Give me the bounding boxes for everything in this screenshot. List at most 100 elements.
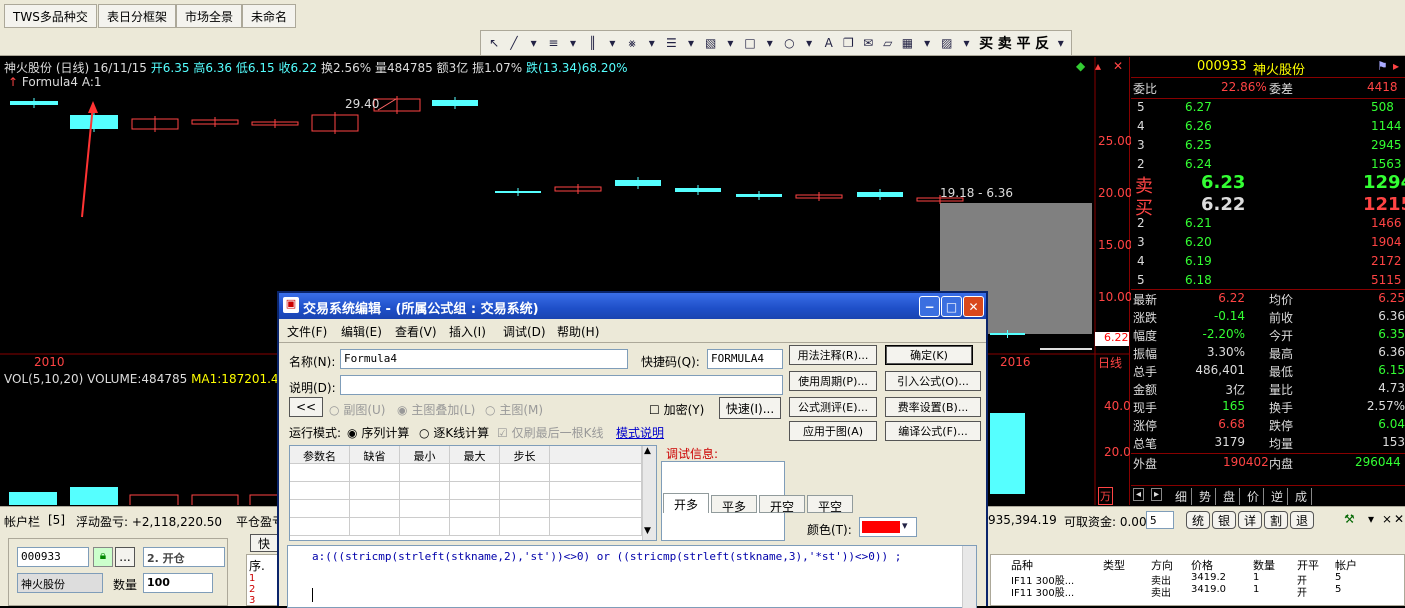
encrypt-checkbox[interactable]: ☐ 加密(Y) bbox=[649, 401, 704, 418]
radio-overlay[interactable]: ◉ 主图叠加(L) bbox=[397, 401, 475, 418]
dropdown-icon[interactable]: ▾ bbox=[918, 33, 937, 53]
dropdown-icon[interactable]: ▾ bbox=[524, 33, 543, 53]
buy-button[interactable]: 买 bbox=[977, 33, 996, 53]
quote-tab[interactable]: 盘 bbox=[1219, 488, 1241, 505]
radio-main[interactable]: ○ 主图(M) bbox=[485, 401, 543, 418]
eraser-icon[interactable]: ▱ bbox=[878, 33, 897, 53]
param-cell[interactable] bbox=[450, 464, 500, 482]
fast-button[interactable]: 快速(I)... bbox=[719, 397, 781, 419]
param-cell[interactable] bbox=[400, 482, 450, 500]
table-row[interactable]: IF11 300股... 卖出 3419.2 1 开 5 bbox=[991, 572, 1404, 587]
scroll-up-icon[interactable]: ▲ bbox=[644, 446, 651, 456]
param-cell[interactable] bbox=[290, 464, 350, 482]
param-scrollbar[interactable]: ▲ ▼ bbox=[642, 446, 656, 540]
gem-icon[interactable]: ◆ bbox=[1076, 59, 1085, 73]
copy-icon[interactable]: ❐ bbox=[839, 33, 858, 53]
close-icon[interactable]: ✕ bbox=[1394, 512, 1404, 526]
bars-icon[interactable]: ║ bbox=[583, 33, 602, 53]
name-input[interactable]: Formula4 bbox=[340, 349, 628, 369]
param-cell[interactable] bbox=[550, 464, 642, 482]
page-select[interactable]: 5 bbox=[1146, 511, 1174, 529]
next-icon[interactable]: ▸ bbox=[1151, 488, 1163, 501]
shortcut-input[interactable]: FORMULA4 bbox=[707, 349, 783, 369]
param-cell[interactable] bbox=[450, 518, 500, 536]
text-icon[interactable]: A bbox=[819, 33, 838, 53]
dialog-button[interactable]: 用法注释(R)... bbox=[789, 345, 877, 365]
flag-icon[interactable]: ⚑ bbox=[1377, 59, 1388, 73]
param-cell[interactable] bbox=[350, 500, 400, 518]
param-cell[interactable] bbox=[350, 482, 400, 500]
param-cell[interactable] bbox=[500, 482, 550, 500]
param-cell[interactable] bbox=[450, 500, 500, 518]
dialog-button[interactable]: 引入公式(O)... bbox=[885, 371, 981, 391]
quote-tab[interactable]: 逆 bbox=[1267, 488, 1289, 505]
param-cell[interactable] bbox=[550, 482, 642, 500]
pushpin-icon[interactable]: ⨯ bbox=[1382, 512, 1392, 526]
code-scrollbar[interactable] bbox=[962, 546, 976, 608]
quote-tab[interactable]: 细 bbox=[1171, 488, 1193, 505]
quote-tab[interactable]: 价 bbox=[1243, 488, 1265, 505]
menu-item[interactable]: 调试(D) bbox=[503, 323, 546, 340]
qty-input[interactable]: 100 bbox=[143, 573, 213, 593]
line-tool-icon[interactable]: ╱ bbox=[505, 33, 524, 53]
envelope-icon[interactable]: ✉ bbox=[859, 33, 878, 53]
signal-tab[interactable]: 平空 bbox=[807, 495, 853, 514]
radio-sub[interactable]: ○ 副图(U) bbox=[329, 401, 385, 418]
param-cell[interactable] bbox=[290, 500, 350, 518]
dialog-button[interactable]: 应用于图(A) bbox=[789, 421, 877, 441]
param-cell[interactable] bbox=[290, 518, 350, 536]
quote-tab[interactable]: 成 bbox=[1291, 488, 1313, 505]
prev-icon[interactable]: ◂ bbox=[1133, 488, 1145, 501]
param-cell[interactable] bbox=[500, 518, 550, 536]
code-editor[interactable]: a:(((stricmp(strleft(stkname,2),'st'))<>… bbox=[287, 545, 977, 608]
table-row[interactable]: IF11 300股... 卖出 3419.0 1 开 5 bbox=[991, 584, 1404, 599]
param-cell[interactable] bbox=[450, 482, 500, 500]
param-cell[interactable] bbox=[350, 464, 400, 482]
tools-icon[interactable]: ⚒ bbox=[1344, 512, 1355, 526]
action-select[interactable]: 2. 开仓 bbox=[143, 547, 225, 567]
mode-help-link[interactable]: 模式说明 bbox=[616, 424, 664, 441]
fast-tab[interactable]: 快 bbox=[250, 534, 278, 552]
param-cell[interactable] bbox=[290, 482, 350, 500]
signal-tab[interactable]: 平多 bbox=[711, 495, 757, 514]
close-position-button[interactable]: 平 bbox=[1014, 33, 1033, 53]
reverse-button[interactable]: 反 bbox=[1033, 33, 1052, 53]
signal-tab[interactable]: 开多 bbox=[663, 493, 709, 513]
search-button[interactable]: ... bbox=[115, 547, 135, 567]
desc-input[interactable] bbox=[340, 375, 783, 395]
dialog-button[interactable]: 公式测评(E)... bbox=[789, 397, 877, 417]
dropdown-icon[interactable]: ▾ bbox=[957, 33, 976, 53]
collapse-button[interactable]: << bbox=[289, 397, 323, 417]
last-bar-checkbox[interactable]: ☑ 仅刷最后一根K线 bbox=[497, 424, 603, 441]
dropdown-icon[interactable]: ▾ bbox=[642, 33, 661, 53]
fib-icon[interactable]: ☰ bbox=[662, 33, 681, 53]
param-cell[interactable] bbox=[500, 464, 550, 482]
op-button[interactable]: 详 bbox=[1238, 511, 1262, 529]
param-cell[interactable] bbox=[550, 500, 642, 518]
seq-calc-radio[interactable]: ◉ 序列计算 bbox=[347, 424, 409, 441]
quote-tab[interactable]: 势 bbox=[1195, 488, 1217, 505]
scroll-down-icon[interactable]: ▼ bbox=[644, 526, 651, 536]
close-icon[interactable]: ✕ bbox=[963, 296, 984, 317]
dropdown-icon[interactable]: ▾ bbox=[800, 33, 819, 53]
expand-icon[interactable]: ▸ bbox=[1393, 59, 1399, 73]
ellipse-icon[interactable]: ○ bbox=[780, 33, 799, 53]
close-icon[interactable]: ✕ bbox=[1113, 59, 1123, 73]
menu-item[interactable]: 文件(F) bbox=[287, 323, 327, 340]
tab-market[interactable]: 市场全景 bbox=[176, 4, 243, 28]
tab-frame[interactable]: 表日分框架 bbox=[98, 4, 177, 28]
dropdown-icon[interactable]: ▾ bbox=[603, 33, 622, 53]
param-cell[interactable] bbox=[400, 464, 450, 482]
signal-tab[interactable]: 开空 bbox=[759, 495, 805, 514]
palette-icon[interactable]: ▨ bbox=[937, 33, 956, 53]
param-cell[interactable] bbox=[500, 500, 550, 518]
code-input[interactable]: 000933 bbox=[17, 547, 89, 567]
op-button[interactable]: 统 bbox=[1186, 511, 1210, 529]
dialog-titlebar[interactable]: ▣ 交易系统编辑 - (所属公式组 : 交易系统) − □ ✕ bbox=[279, 293, 986, 319]
grid-icon[interactable]: ▦ bbox=[898, 33, 917, 53]
op-button[interactable]: 银 bbox=[1212, 511, 1236, 529]
more-icon[interactable]: ▾ bbox=[1051, 33, 1070, 53]
menu-item[interactable]: 编辑(E) bbox=[341, 323, 382, 340]
pattern-icon[interactable]: ▧ bbox=[701, 33, 720, 53]
pin-icon[interactable]: ▾ bbox=[1368, 512, 1374, 526]
